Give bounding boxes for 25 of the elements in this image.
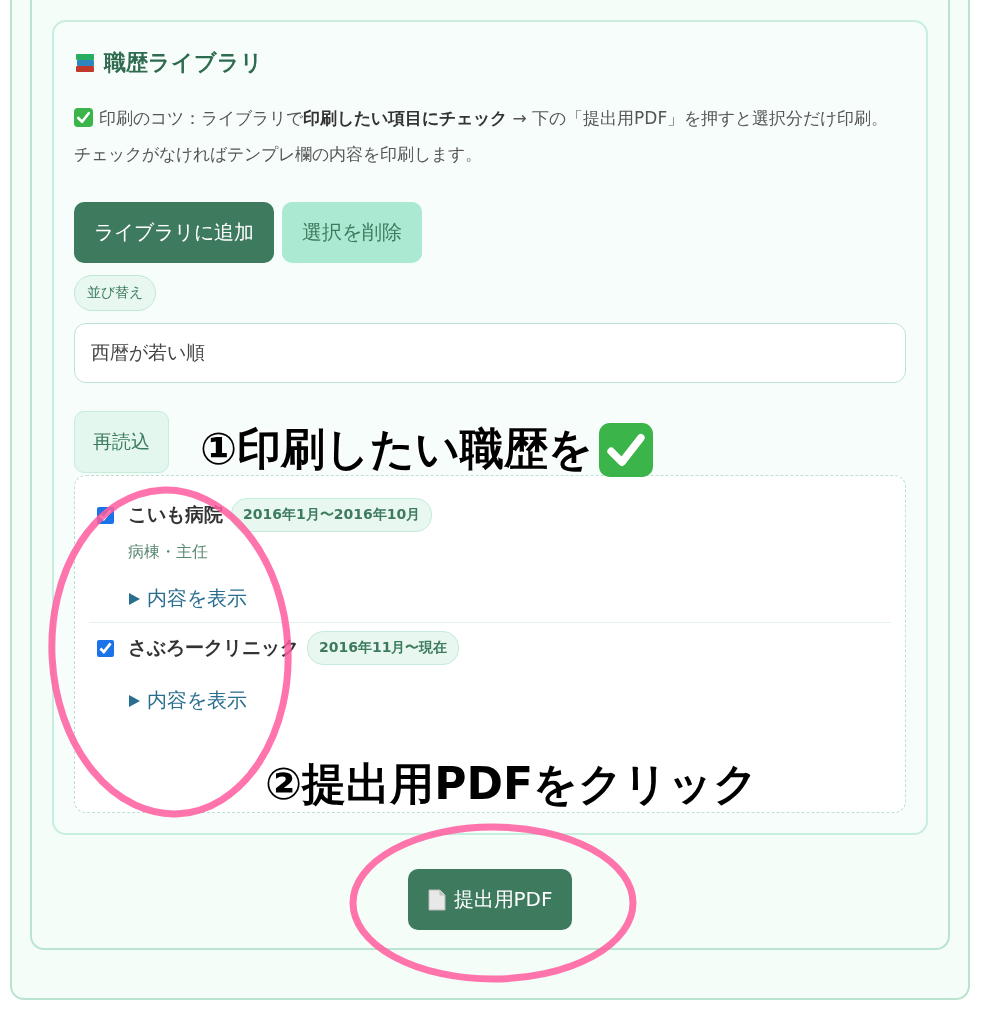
books-icon <box>74 52 96 74</box>
triangle-icon <box>128 591 141 606</box>
show-content-link[interactable]: 内容を表示 <box>147 687 247 714</box>
triangle-icon <box>128 693 141 708</box>
section-title: 職歴ライブラリ <box>104 49 263 77</box>
annotation-text: ①印刷したい職歴を <box>200 422 594 476</box>
delete-button[interactable]: 選択を削除 <box>282 202 422 263</box>
add-button[interactable]: ライブラリに追加 <box>74 202 274 263</box>
show-content-link[interactable]: 内容を表示 <box>147 585 247 612</box>
sort-select[interactable]: 西暦が若い順 <box>74 323 906 383</box>
check-icon <box>74 108 93 127</box>
period-tag: 2016年11月〜現在 <box>307 631 460 665</box>
annotation-text: ②提出用PDFをクリック <box>265 757 759 811</box>
sort-label: 並び替え <box>74 275 156 311</box>
entry-name: こいも病院 <box>128 502 223 527</box>
entry-checkbox[interactable] <box>97 506 114 524</box>
pdf-button[interactable]: 提出用PDF <box>407 869 573 930</box>
print-tip: 印刷のコツ：ライブラリで印刷したい項目にチェック → 下の「提出用PDF」を押すと選択分だけ印刷。 <box>99 108 889 128</box>
entry-name: さぶろークリニック <box>128 635 299 660</box>
reload-button[interactable]: 再読込 <box>74 411 169 473</box>
entry-checkbox[interactable] <box>97 639 114 657</box>
entry-role: 病棟・主任 <box>128 542 209 563</box>
print-note: チェックがなければテンプレ欄の内容を印刷します。 <box>74 143 483 166</box>
period-tag: 2016年1月〜2016年10月 <box>231 498 433 532</box>
document-icon <box>427 888 446 911</box>
